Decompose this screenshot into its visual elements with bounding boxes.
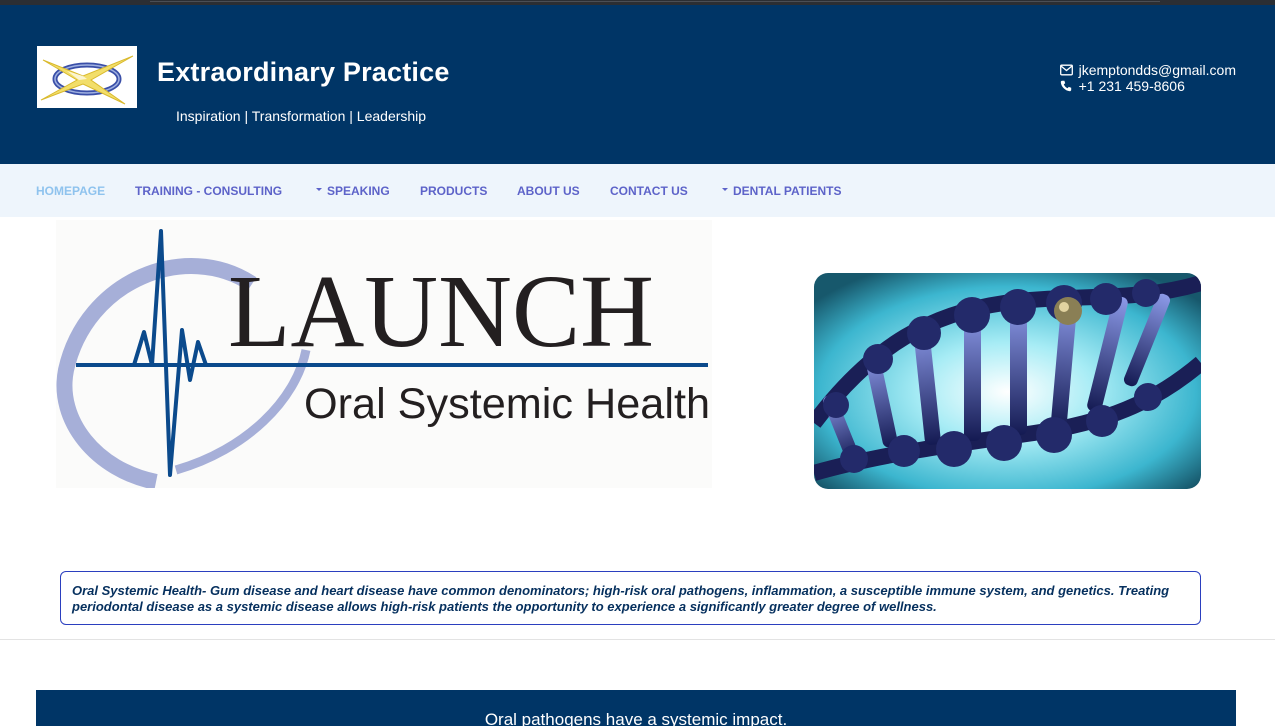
callout-text: Oral Systemic Health- Gum disease and he… [72, 583, 1170, 614]
phone-icon [1060, 80, 1071, 92]
systemic-impact-heading: Oral pathogens have a systemic impact. [484, 710, 788, 726]
nav-item-contact-us[interactable]: CONTACT US [610, 184, 688, 198]
caret-down-icon [316, 188, 322, 192]
site-tagline: Inspiration | Transformation | Leadershi… [176, 108, 427, 124]
nav-item-dental-patients[interactable]: DENTAL PATIENTS [733, 184, 841, 198]
site-logo[interactable] [37, 46, 137, 108]
contact-email-link[interactable]: jkemptondds@gmail.com [1079, 62, 1236, 78]
launch-title: LAUNCH [228, 254, 654, 369]
contact-phone-link[interactable]: +1 231 459-8606 [1079, 78, 1185, 94]
logo-star-icon [40, 55, 134, 105]
nav-item-speaking[interactable]: SPEAKING [327, 184, 390, 198]
nav-item-about-us[interactable]: ABOUT US [517, 184, 580, 198]
nav-item-products[interactable]: PRODUCTS [420, 184, 487, 198]
launch-banner-image: LAUNCH Oral Systemic Health [56, 220, 712, 490]
site-header: Extraordinary Practice Inspiration | Tra… [0, 5, 1275, 164]
nav-item-dental-patients-dropdown[interactable]: DENTAL PATIENTS [722, 184, 841, 198]
nav-item-speaking-dropdown[interactable]: SPEAKING [316, 184, 390, 198]
main-navigation: HOMEPAGE TRAINING - CONSULTING SPEAKING … [0, 164, 1275, 217]
contact-info: jkemptondds@gmail.com +1 231 459-8606 [1059, 62, 1236, 94]
launch-subtitle: Oral Systemic Health [304, 380, 710, 428]
site-title[interactable]: Extraordinary Practice [157, 57, 450, 88]
dna-helix-image [814, 273, 1201, 489]
oral-systemic-health-callout: Oral Systemic Health- Gum disease and he… [60, 571, 1201, 625]
section-divider [0, 639, 1275, 640]
systemic-impact-section: Oral pathogens have a systemic impact. [36, 690, 1236, 726]
nav-item-training-consulting[interactable]: TRAINING - CONSULTING [135, 184, 282, 198]
envelope-icon [1059, 64, 1073, 76]
caret-down-icon [722, 188, 728, 192]
nav-item-homepage[interactable]: HOMEPAGE [36, 184, 105, 198]
